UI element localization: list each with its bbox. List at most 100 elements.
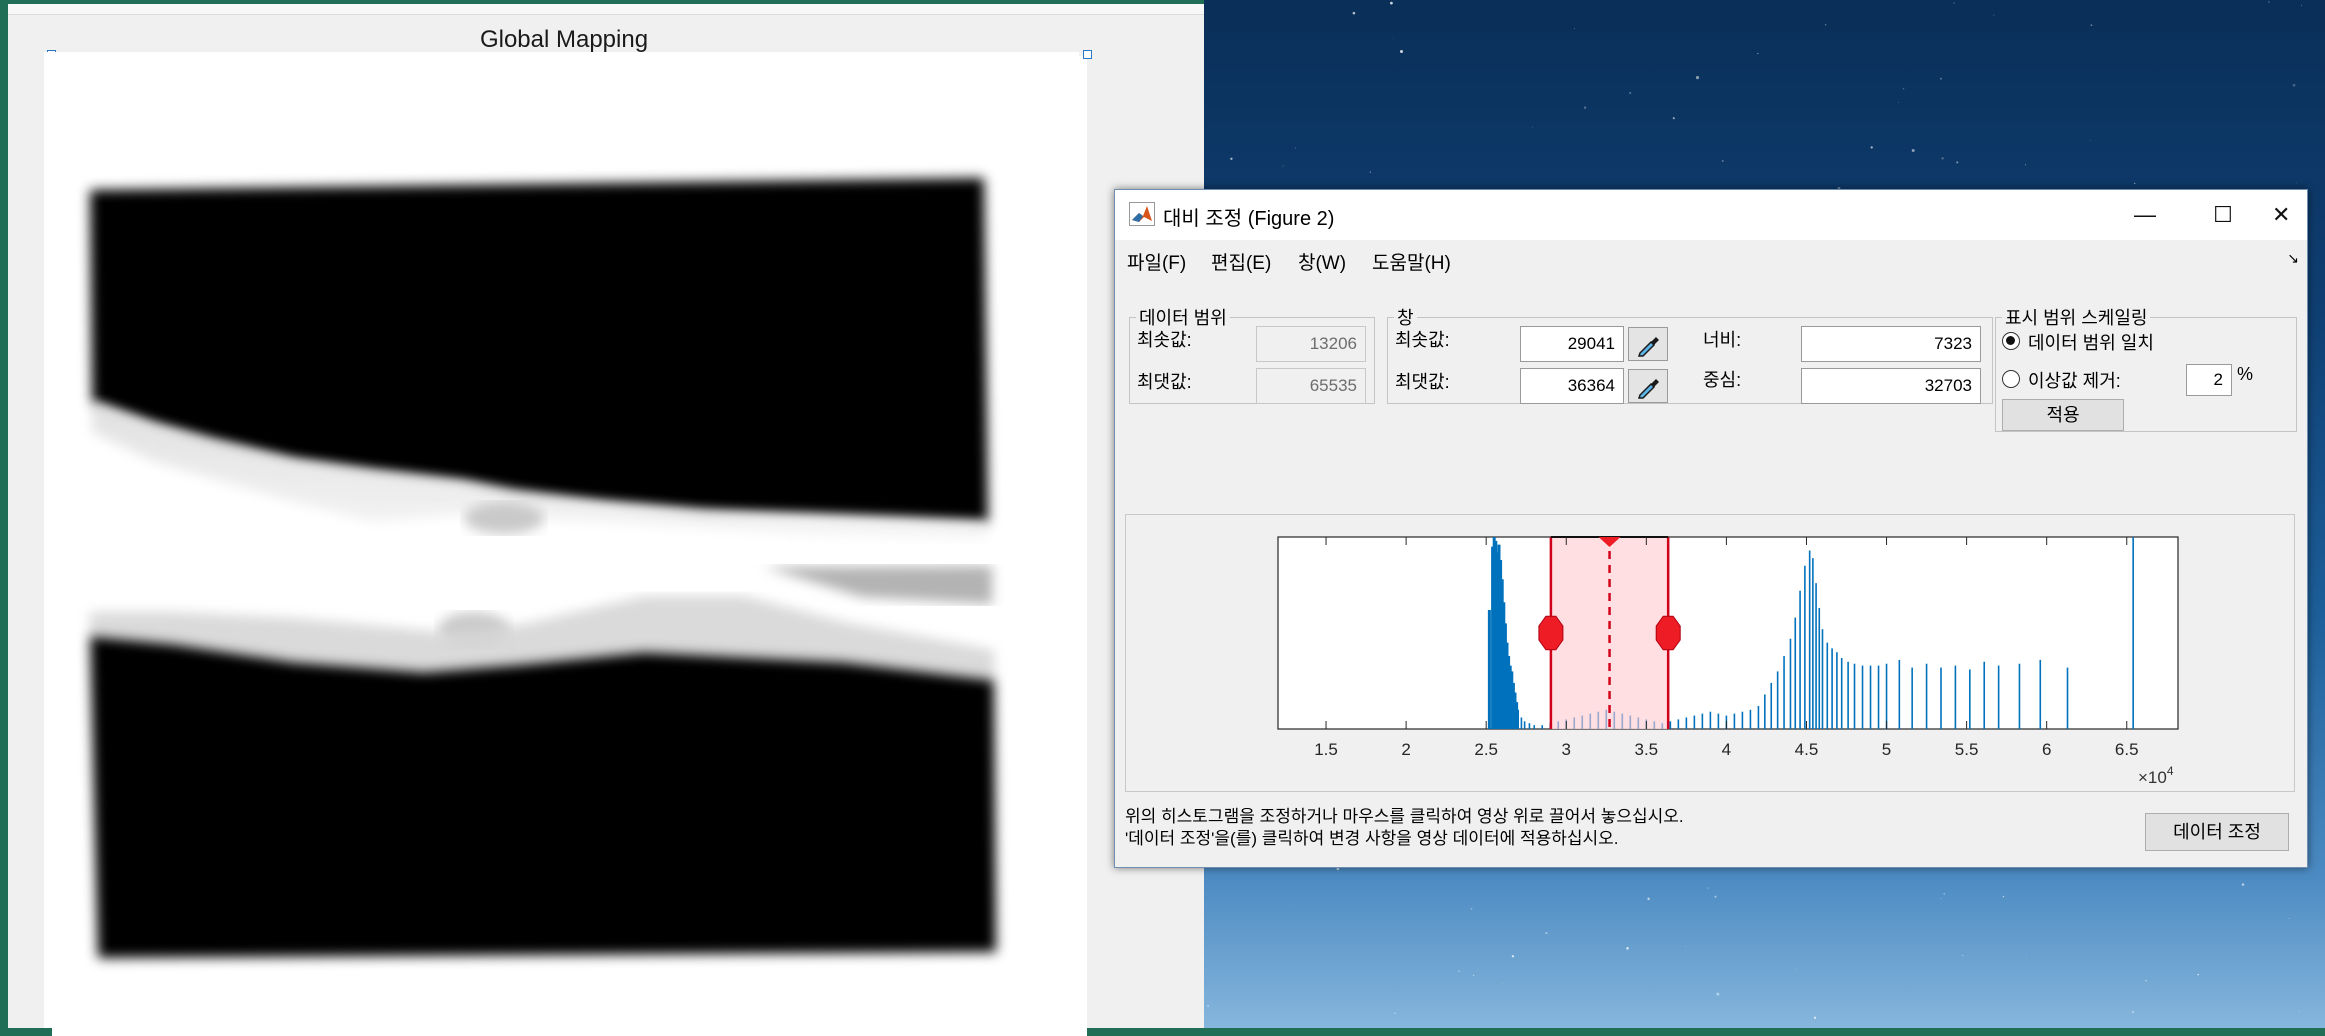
x-tick-label: 4.5	[1795, 740, 1819, 759]
star	[2298, 1010, 2300, 1012]
star	[1962, 954, 1964, 956]
match-data-range-radio[interactable]	[2002, 332, 2020, 350]
star	[1941, 157, 1944, 160]
star	[1716, 992, 1720, 996]
star	[1672, 117, 1675, 120]
star	[1531, 126, 1533, 128]
star	[1714, 895, 1717, 898]
histogram-axes	[1277, 536, 2179, 730]
window-min-label: 최솟값:	[1395, 330, 1450, 350]
histogram-panel[interactable]: 1.5 2 2.5 3 3.5 4 4.5 5 5.5 6 6.5 ×104	[1125, 514, 2295, 792]
menu-bar	[1115, 240, 2307, 276]
window-max-input[interactable]: 36364	[1520, 368, 1624, 404]
star	[1629, 92, 1632, 94]
minimize-button[interactable]: —	[2115, 194, 2175, 236]
dock-arrow-icon[interactable]: ↘	[2287, 250, 2299, 267]
histogram-chart[interactable]: 1.5 2 2.5 3 3.5 4 4.5 5 5.5 6 6.5 ×104	[1126, 515, 2294, 791]
star	[1953, 2, 1955, 4]
star	[1902, 87, 1905, 90]
star	[2002, 895, 2005, 898]
star	[2268, 1, 2270, 3]
eyedropper-icon	[1637, 379, 1659, 399]
star	[1394, 1012, 1396, 1015]
star	[2197, 973, 2199, 976]
star	[1511, 955, 1515, 958]
window-min-input[interactable]: 29041	[1520, 326, 1624, 362]
star	[1392, 37, 1394, 39]
star	[1458, 970, 1460, 973]
window-center-input[interactable]: 32703	[1801, 368, 1981, 404]
remove-outliers-radio[interactable]	[2002, 370, 2020, 388]
star	[1684, 945, 1687, 947]
star	[2241, 883, 2245, 886]
window-min-handle[interactable]	[1538, 615, 1564, 651]
star	[1695, 76, 1700, 80]
star	[1472, 974, 1475, 976]
eyedropper-icon	[1637, 337, 1659, 357]
star	[1470, 907, 1473, 910]
star	[1813, 1016, 1817, 1019]
star	[1282, 165, 1284, 167]
star	[1626, 947, 1629, 950]
x-tick-label: 3.5	[1635, 740, 1659, 759]
apply-button[interactable]: 적용	[2002, 399, 2124, 431]
figure-title: Global Mapping	[479, 26, 649, 53]
dialog-titlebar[interactable]: 대비 조정 (Figure 2) — ☐ ✕	[1115, 190, 2307, 240]
menu-window[interactable]: 창(W)	[1298, 248, 1346, 275]
window-max-handle[interactable]	[1655, 615, 1681, 651]
data-max-value: 65535	[1256, 368, 1366, 404]
x-tick-label: 2.5	[1474, 740, 1498, 759]
match-data-range-label[interactable]: 데이터 범위 일치	[2028, 329, 2154, 355]
menu-edit[interactable]: 편집(E)	[1211, 248, 1271, 275]
star	[1390, 1, 1393, 5]
x-tick-label: 2	[1401, 740, 1410, 759]
eyedropper-max-button[interactable]	[1628, 369, 1668, 403]
star	[1502, 982, 1504, 984]
star	[2025, 164, 2026, 166]
data-max-label: 최댓값:	[1137, 372, 1192, 392]
star	[1993, 14, 1995, 16]
star	[2292, 83, 2296, 87]
star	[1940, 77, 1942, 80]
xray-image[interactable]	[44, 52, 1079, 1028]
star	[1757, 52, 1759, 55]
menu-help[interactable]: 도움말(H)	[1372, 248, 1451, 275]
data-min-value: 13206	[1256, 326, 1366, 362]
star	[1369, 171, 1372, 173]
star	[1533, 1026, 1535, 1027]
menu-file[interactable]: 파일(F)	[1127, 248, 1186, 275]
display-scaling-legend: 표시 범위 스케일링	[2005, 308, 2148, 328]
matlab-logo-icon	[1129, 202, 1155, 226]
data-min-label: 최솟값:	[1137, 330, 1192, 350]
star	[2133, 182, 2136, 185]
star	[1940, 897, 1942, 900]
star	[1230, 157, 1233, 161]
percent-label: %	[2237, 364, 2254, 384]
x-tick-label: 5.5	[1955, 740, 1979, 759]
resize-handle-top-right[interactable]	[1083, 50, 1092, 59]
x-tick-label: 5	[1882, 740, 1891, 759]
star	[2301, 4, 2302, 6]
instruction-line-2: '데이터 조정'을(를) 클릭하여 변경 사항을 영상 데이터에 적용하십시오.	[1125, 829, 1619, 848]
window-width-input[interactable]: 7323	[1801, 326, 1981, 362]
x-tick-label: 1.5	[1314, 740, 1338, 759]
star	[2089, 139, 2091, 142]
eyedropper-min-button[interactable]	[1628, 327, 1668, 361]
maximize-button[interactable]: ☐	[2193, 194, 2253, 236]
star	[1937, 7, 1938, 9]
star	[1795, 969, 1797, 970]
star	[2131, 1010, 2135, 1014]
outlier-percent-input[interactable]: 2	[2186, 364, 2232, 396]
star	[1207, 1004, 1210, 1007]
window-center-label: 중심:	[1703, 370, 1742, 390]
dialog-title: 대비 조정 (Figure 2)	[1163, 208, 1335, 230]
star	[1545, 932, 1548, 935]
x-tick-label: 4	[1722, 740, 1731, 759]
x-tick-label: 3	[1562, 740, 1571, 759]
x-tick-label: 6	[2042, 740, 2051, 759]
adjust-data-button[interactable]: 데이터 조정	[2145, 813, 2289, 851]
star	[1583, 106, 1587, 109]
remove-outliers-label[interactable]: 이상값 제거:	[2028, 367, 2121, 393]
star	[1290, 905, 1291, 907]
x-tick-label: 6.5	[2115, 740, 2139, 759]
